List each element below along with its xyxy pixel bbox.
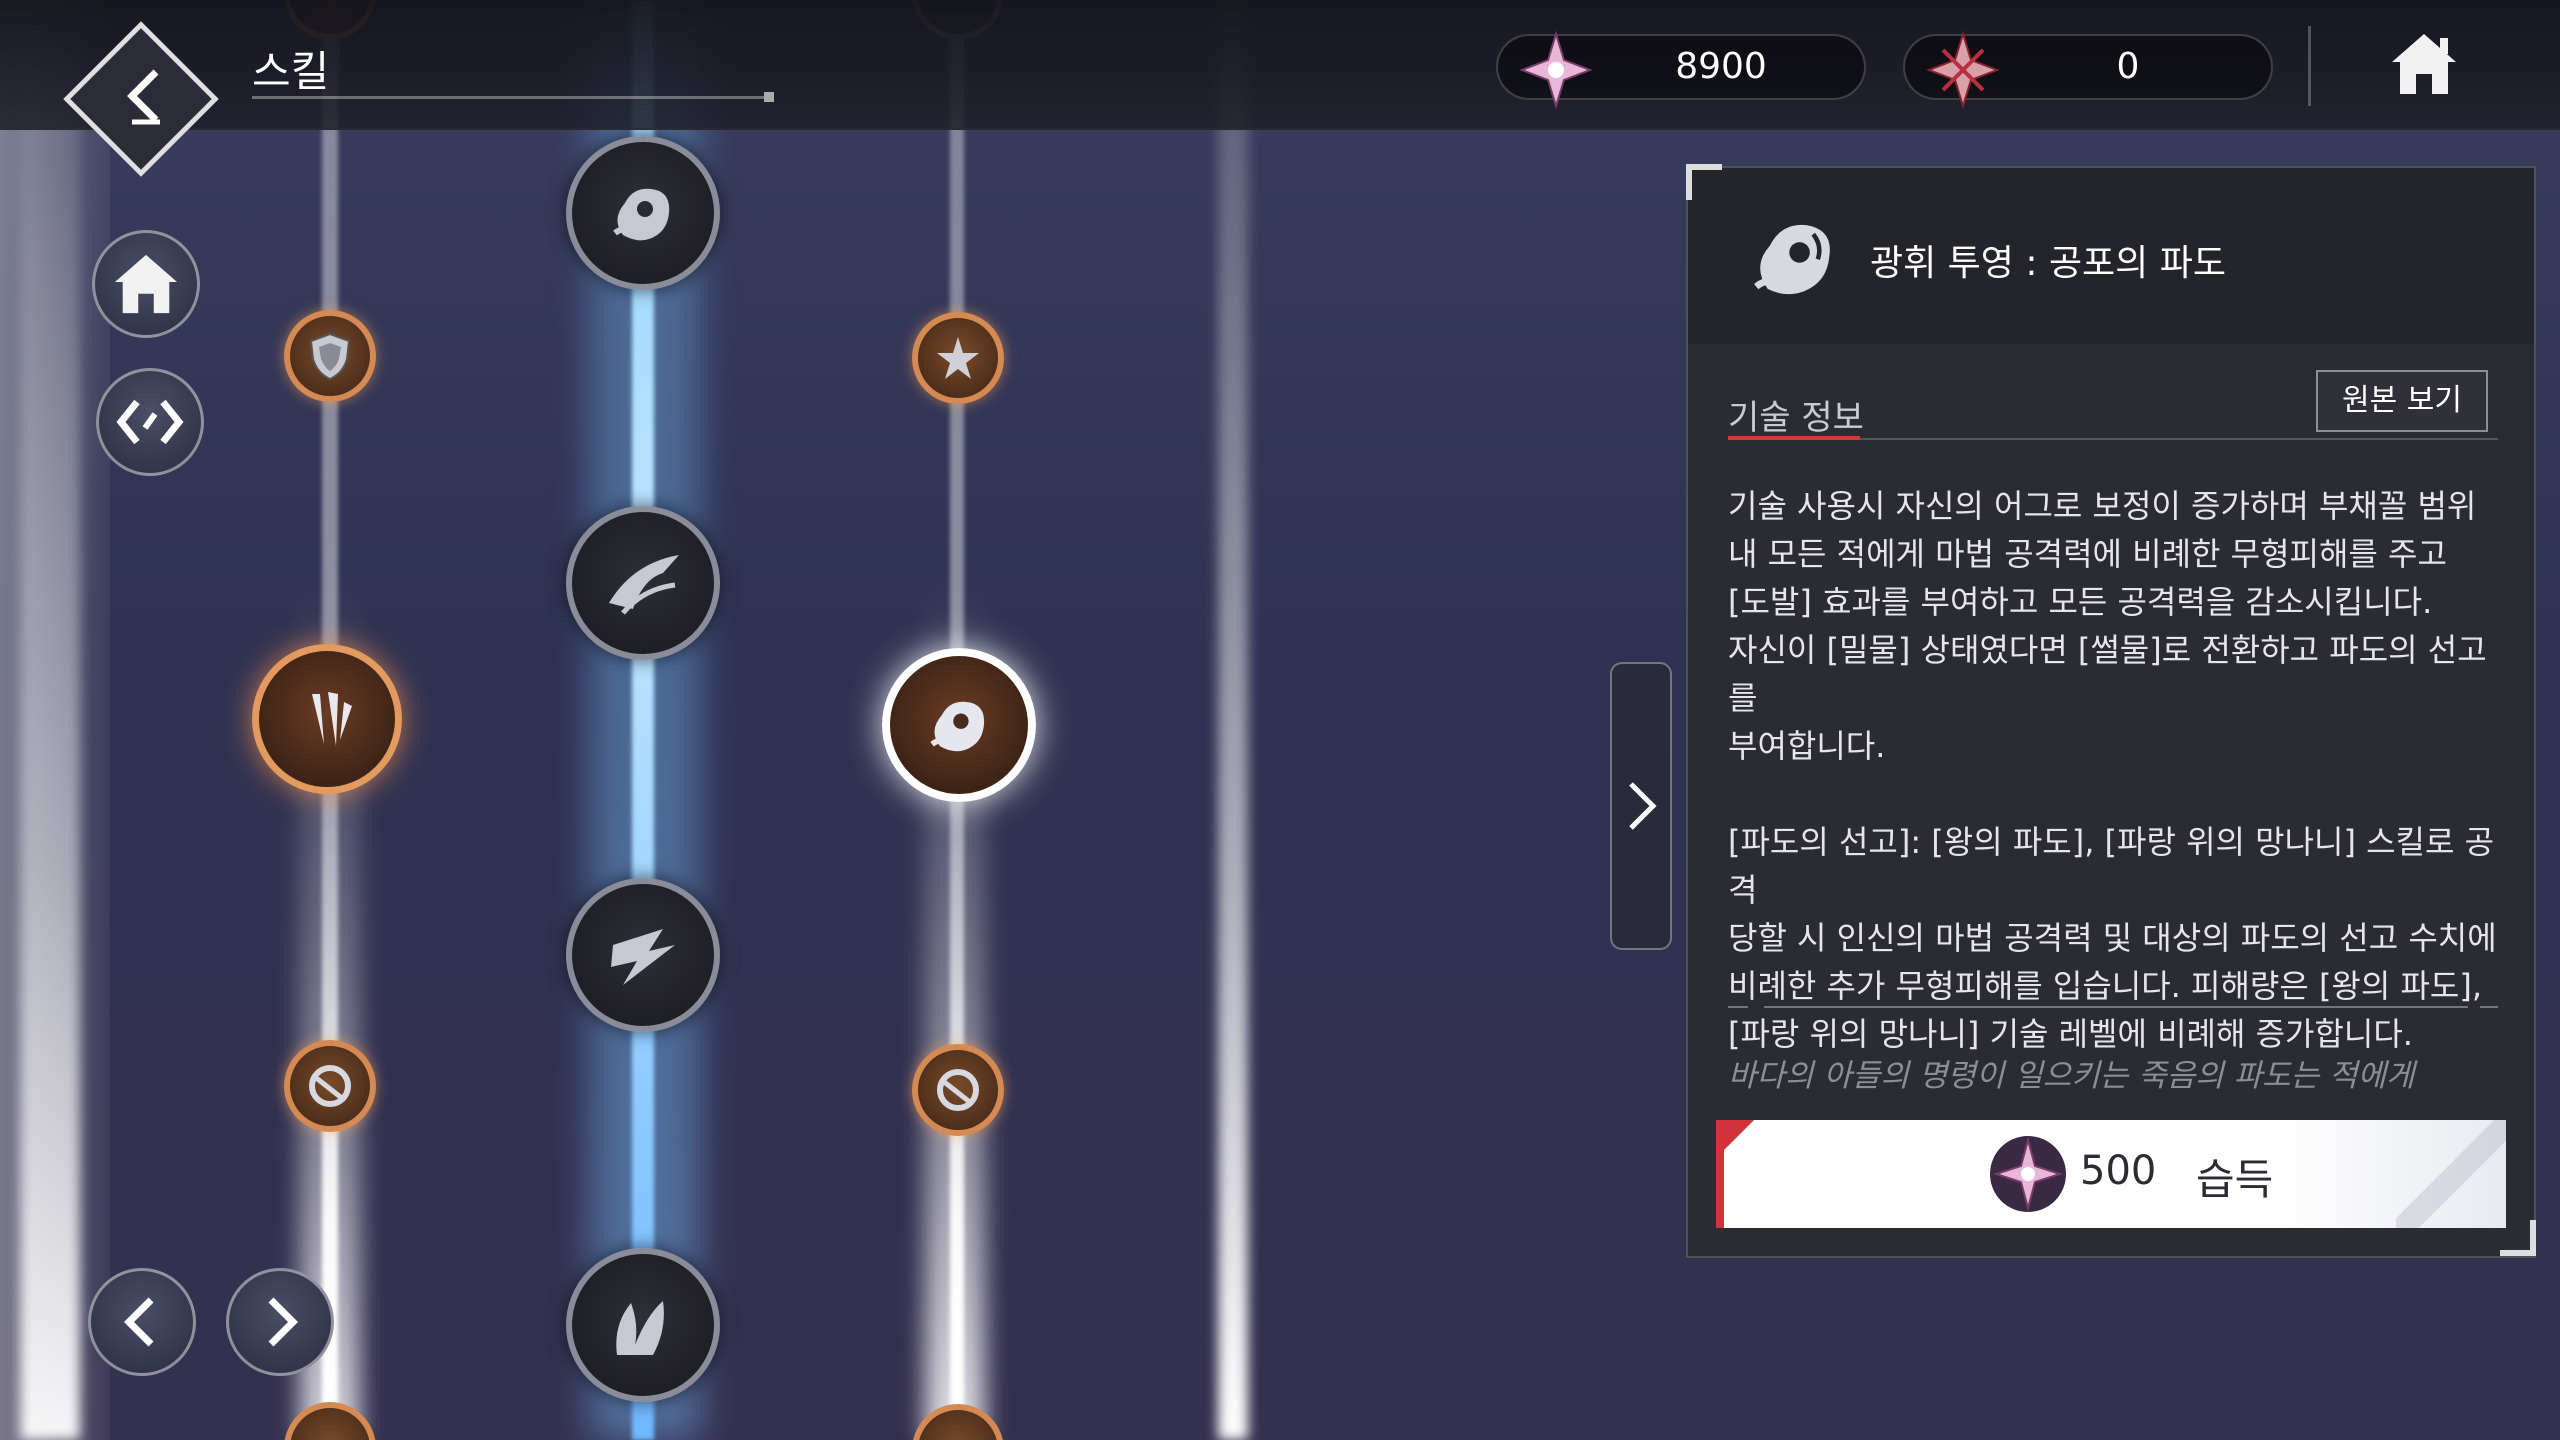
view-original-button[interactable]: 원본 보기 <box>2316 370 2488 432</box>
skill-node-shield[interactable] <box>284 310 376 402</box>
swirl-icon <box>309 1065 351 1107</box>
swirl-icon <box>937 1069 979 1111</box>
light-beam <box>1218 0 1248 1440</box>
acquire-cost: 500 <box>2080 1148 2157 1194</box>
panel-corner-bracket <box>1686 164 1722 200</box>
button-corner-accent <box>1724 1120 1754 1150</box>
back-arrow-icon[interactable] <box>112 62 184 134</box>
title-underline <box>252 96 772 99</box>
skill-node[interactable] <box>284 1402 376 1440</box>
divider <box>1728 1006 2498 1008</box>
ghost-wave-icon <box>930 701 985 752</box>
acquire-label: 습득 <box>2196 1155 2274 1204</box>
skill-node-tide[interactable] <box>566 1248 720 1402</box>
ghost-wave-icon <box>613 188 670 241</box>
skill-node-star[interactable] <box>912 312 1004 404</box>
tab-active-indicator <box>1728 436 1860 440</box>
skill-name: 광휘 투영 : 공포의 파도 <box>1870 243 2226 284</box>
panel-corner-bracket <box>2500 1220 2536 1256</box>
flavor-text: 바다의 아들의 명령이 일으키는 죽음의 파도는 적에게 <box>1728 1058 2415 1094</box>
home-icon <box>114 254 178 314</box>
next-button[interactable] <box>226 1268 334 1376</box>
currency-display-2: 0 <box>1903 30 2273 110</box>
currency-display-1: 8900 <box>1496 30 1866 110</box>
ghost-wave-icon <box>1754 224 1830 295</box>
tab-skill-info[interactable]: 기술 정보 <box>1728 390 1864 439</box>
acquire-button[interactable]: 500 습득 <box>1716 1120 2506 1228</box>
page-title: 스킬 <box>252 47 330 96</box>
previous-button[interactable] <box>88 1268 196 1376</box>
divider <box>2308 26 2311 106</box>
claw-icon <box>312 692 352 746</box>
pink-star-crest-icon <box>1519 30 1593 110</box>
lightning-icon <box>611 929 675 985</box>
skill-node-storm[interactable] <box>566 878 720 1032</box>
star-icon <box>937 337 979 379</box>
swap-button[interactable] <box>96 368 204 476</box>
button-decoration <box>2396 1120 2506 1228</box>
currency-value-1: 8900 <box>1675 46 1767 87</box>
currency-value-2: 0 <box>2116 46 2140 87</box>
chevron-right-icon <box>268 1297 298 1347</box>
swap-arrows-icon <box>116 399 184 445</box>
top-bar: 스킬 8900 0 <box>0 0 2560 177</box>
home-icon[interactable] <box>2388 30 2460 98</box>
panel-toggle-button[interactable] <box>1610 662 1672 950</box>
chevron-left-icon <box>124 1297 154 1347</box>
wave-slash-icon <box>609 555 679 615</box>
light-beam <box>20 0 80 1440</box>
title-underline-dot <box>764 92 774 102</box>
shield-icon <box>309 332 351 381</box>
skill-description: 기술 사용시 자신의 어그로 보정이 증가하며 부채꼴 범위 내 모든 적에게 … <box>1728 487 2497 1053</box>
skill-node-swirl[interactable] <box>912 1044 1004 1136</box>
chevron-right-icon <box>1629 782 1657 830</box>
panel-header: 광휘 투영 : 공포의 파도 <box>1688 168 2534 344</box>
skill-node-selected[interactable] <box>882 648 1036 802</box>
skill-node-spirit[interactable] <box>566 136 720 290</box>
pink-star-crest-icon <box>1990 1136 2066 1212</box>
skill-detail-panel: 광휘 투영 : 공포의 파도 기술 정보 원본 보기 기술 사용시 자신의 어그… <box>1686 166 2536 1258</box>
home-button[interactable] <box>92 230 200 338</box>
skill-node-wave[interactable] <box>566 506 720 660</box>
tide-icon <box>616 1301 664 1355</box>
skill-node-claw[interactable] <box>252 644 402 794</box>
red-star-crest-icon <box>1926 30 2000 110</box>
skill-node-swirl[interactable] <box>284 1040 376 1132</box>
